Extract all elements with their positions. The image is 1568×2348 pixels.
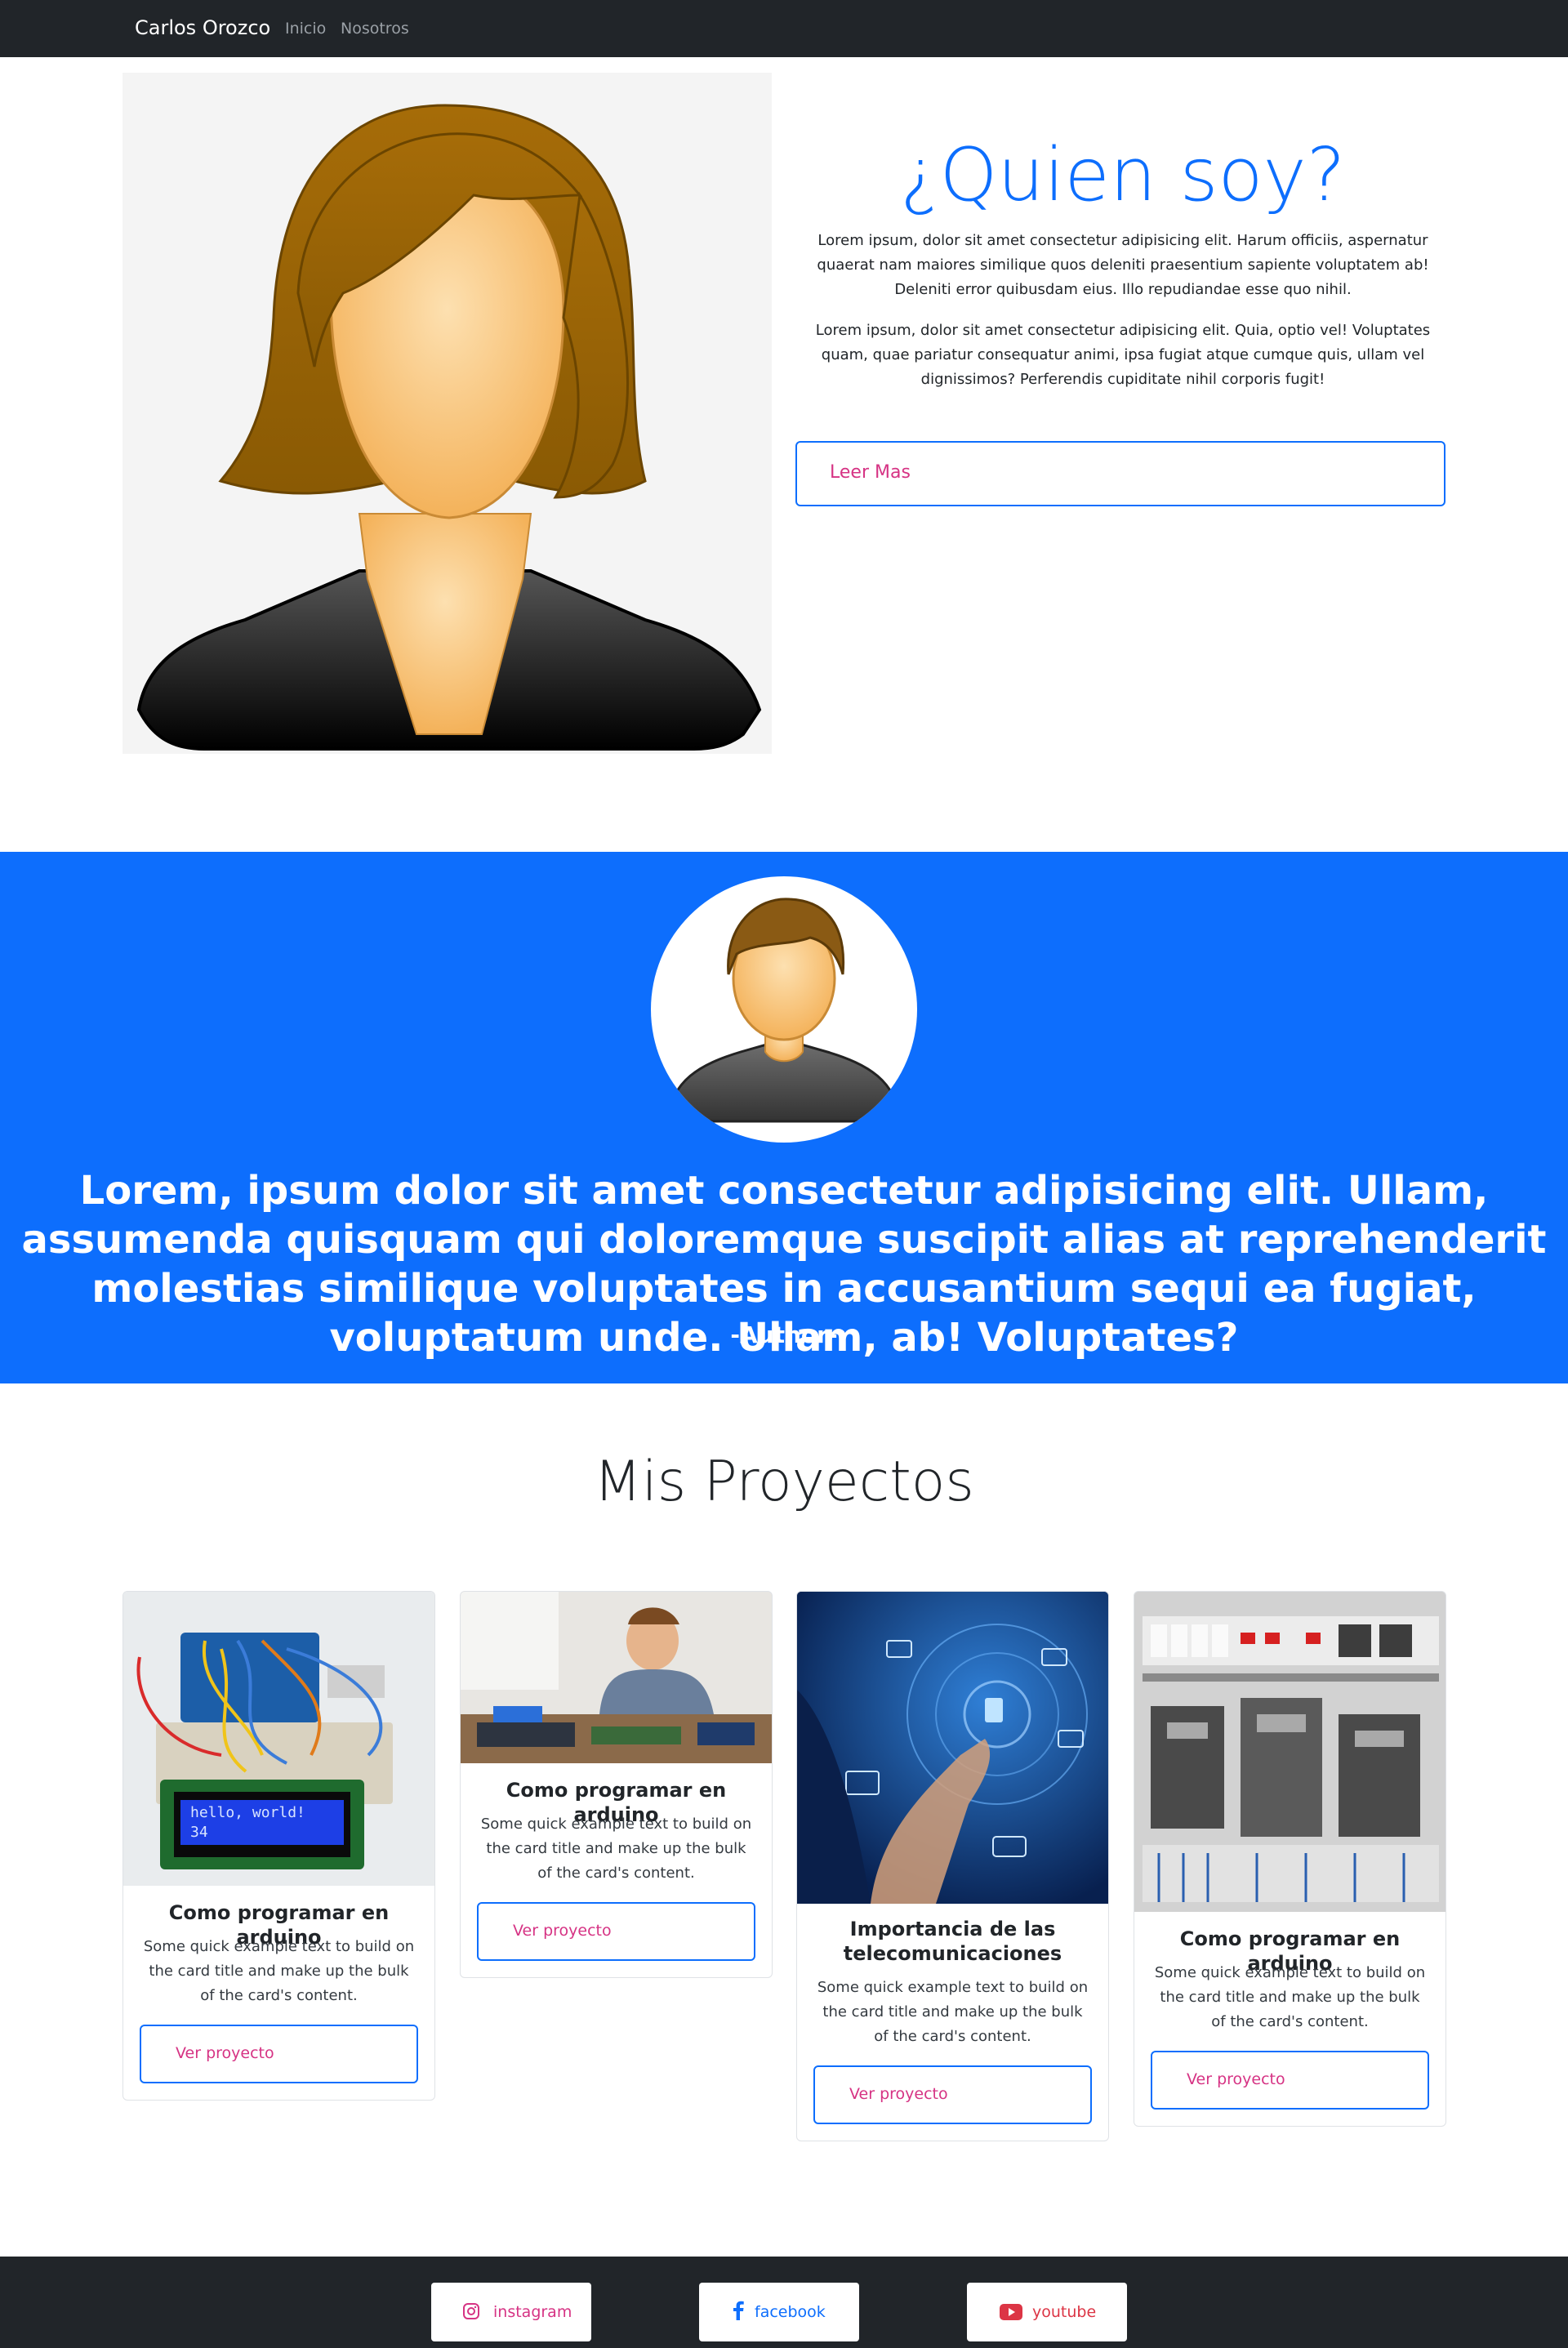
ver-proyecto-button[interactable]: Ver proyecto: [1151, 2051, 1429, 2110]
nav-link-nosotros[interactable]: Nosotros: [341, 20, 409, 38]
projects-title: Mis Proyectos: [594, 1450, 974, 1514]
youtube-label: youtube: [1032, 2303, 1097, 2321]
leer-mas-button[interactable]: Leer Mas: [795, 441, 1446, 506]
leer-mas-label: Leer Mas: [830, 462, 911, 483]
facebook-label: facebook: [755, 2303, 826, 2321]
footer: instagram facebook youtube: [0, 2257, 1568, 2348]
instagram-button[interactable]: instagram: [431, 2283, 591, 2341]
card-text: Some quick example text to build on the …: [1154, 1964, 1426, 2030]
nav-link-inicio[interactable]: Inicio: [285, 20, 326, 38]
ver-proyecto-button[interactable]: Ver proyecto: [477, 1902, 755, 1961]
quote-author: -Author-: [730, 1321, 838, 1348]
project-card: Como programar en arduino Some quick exa…: [460, 1591, 773, 1978]
lcd-line-1: hello, world!: [190, 1804, 305, 1821]
arduino-board-illustration: hello, world! 34: [123, 1592, 434, 1886]
navbar-brand[interactable]: Carlos Orozco: [135, 16, 270, 39]
instagram-icon: [463, 2303, 479, 2319]
facebook-icon: [733, 2301, 744, 2320]
ver-proyecto-label: Ver proyecto: [513, 1922, 612, 1940]
instagram-label: instagram: [493, 2303, 572, 2321]
facebook-button[interactable]: facebook: [699, 2283, 859, 2341]
project-card: Importancia de las telecomunicaciones So…: [796, 1591, 1109, 2141]
author-avatar: [651, 876, 917, 1143]
man-avatar-illustration: [666, 898, 902, 1123]
ver-proyecto-label: Ver proyecto: [849, 2085, 948, 2103]
electrical-panel-illustration: [1134, 1592, 1446, 1912]
workshop-illustration: [461, 1592, 772, 1763]
profile-portrait-image: [122, 73, 772, 754]
navbar: Carlos Orozco Inicio Nosotros: [0, 0, 1568, 57]
card-text: Some quick example text to build on the …: [143, 1938, 415, 2004]
card-text: Some quick example text to build on the …: [480, 1816, 752, 1882]
telecommunications-image: [797, 1592, 1108, 1904]
telecom-network-illustration: [797, 1592, 1108, 1904]
about-paragraph-1: Lorem ipsum, dolor sit amet consectetur …: [817, 232, 1429, 298]
card-title: Importancia de las telecomunicaciones: [843, 1918, 1062, 1965]
arduino-lcd-image: hello, world! 34: [123, 1592, 434, 1886]
quote-section: Lorem, ipsum dolor sit amet consectetur …: [0, 852, 1568, 1383]
ver-proyecto-button[interactable]: Ver proyecto: [140, 2025, 418, 2083]
about-paragraph-2: Lorem ipsum, dolor sit amet consectetur …: [815, 322, 1431, 388]
lcd-line-2: 34: [190, 1824, 208, 1841]
project-card: Como programar en arduino Some quick exa…: [1134, 1591, 1446, 2127]
ver-proyecto-button[interactable]: Ver proyecto: [813, 2065, 1092, 2124]
electrical-panel-image: [1134, 1592, 1446, 1912]
ver-proyecto-label: Ver proyecto: [176, 2044, 274, 2062]
youtube-icon: [1000, 2304, 1022, 2320]
electronics-workshop-image: [461, 1592, 772, 1763]
project-card: hello, world! 34 Como programar en ardui…: [122, 1591, 435, 2101]
youtube-button[interactable]: youtube: [967, 2283, 1127, 2341]
card-text: Some quick example text to build on the …: [817, 1979, 1089, 2045]
woman-avatar-illustration: [136, 104, 762, 751]
about-title: ¿Quien soy?: [900, 132, 1346, 218]
ver-proyecto-label: Ver proyecto: [1187, 2070, 1285, 2088]
